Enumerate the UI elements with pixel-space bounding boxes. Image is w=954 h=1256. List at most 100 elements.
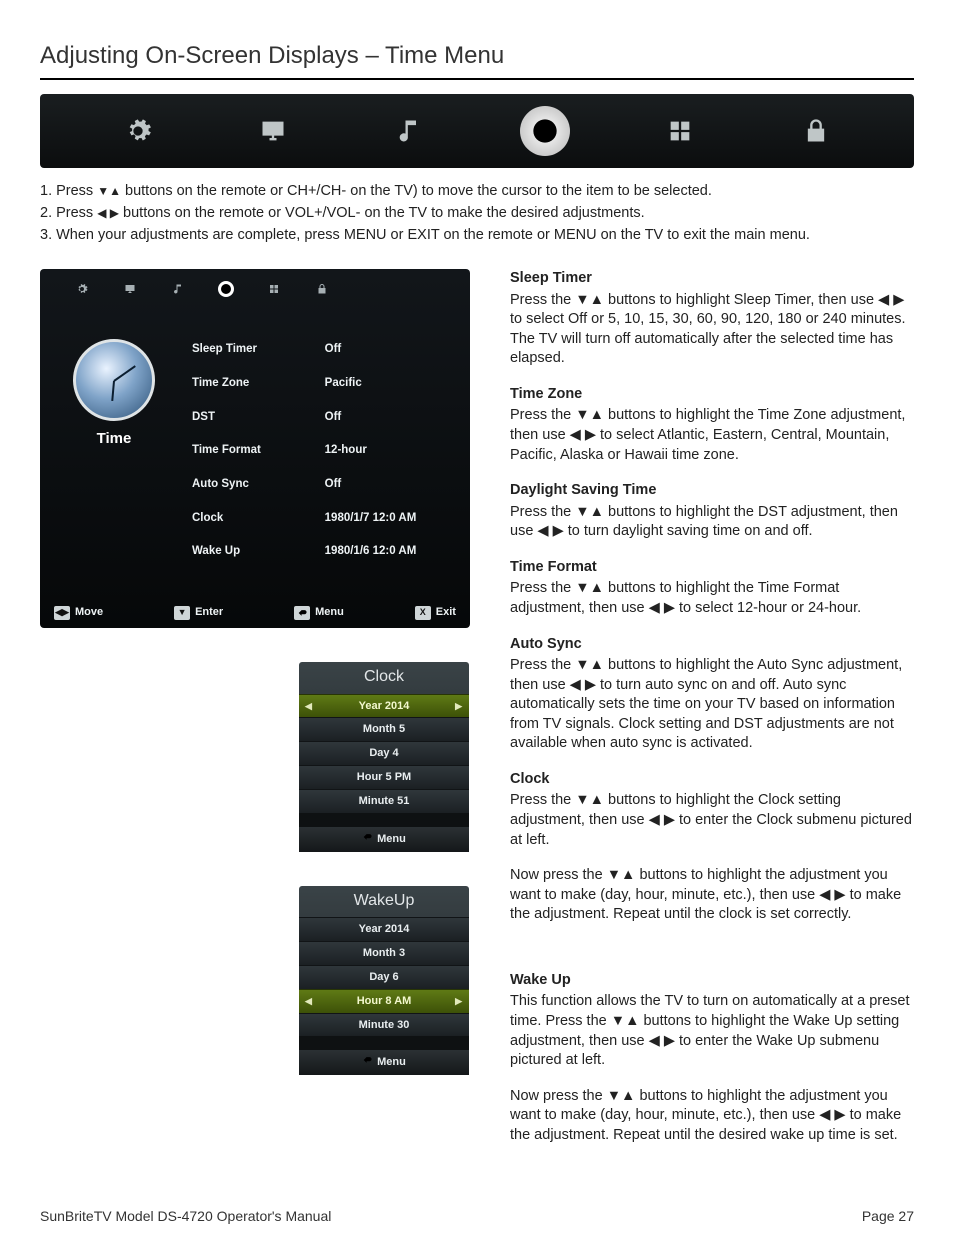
- step-item: 2. Press ◀ ▶ buttons on the remote or VO…: [40, 204, 914, 224]
- wakeup-text-1: This function allows the TV to turn on a…: [510, 992, 914, 1070]
- submenu-title: WakeUp: [299, 886, 469, 918]
- tv-row-label: Time Zone: [192, 367, 279, 401]
- title-rule: [40, 78, 914, 80]
- tv-menu-row: Auto SyncOff: [192, 468, 452, 502]
- tv-row-value: Off: [279, 333, 452, 367]
- tv-menu-row: Clock1980/1/7 12:0 AM: [192, 502, 452, 536]
- clock-heading: Clock: [510, 770, 914, 790]
- dst-heading: Daylight Saving Time: [510, 481, 914, 501]
- descriptions: Sleep Timer Press the ▼▲ buttons to high…: [510, 269, 914, 1161]
- enter-key-icon: ▼: [174, 606, 190, 620]
- tv-section-label: Time: [54, 429, 174, 449]
- tv-icon-row: [54, 279, 456, 309]
- submenu-row: Year 2014: [299, 917, 469, 941]
- manual-title: SunBriteTV Model DS-4720 Operator's Manu…: [40, 1207, 331, 1226]
- submenu-footer-label: Menu: [377, 832, 406, 847]
- steps-list: 1. Press ▼▲ buttons on the remote or CH+…: [40, 182, 914, 245]
- clock-face-icon: [73, 339, 155, 421]
- page-footer: SunBriteTV Model DS-4720 Operator's Manu…: [40, 1207, 914, 1226]
- page-title: Adjusting On-Screen Displays – Time Menu: [40, 40, 914, 72]
- step-item: 3. When your adjustments are complete, p…: [40, 226, 914, 246]
- move-key-icon: ◀▶: [54, 606, 70, 620]
- grid-icon: [266, 281, 282, 297]
- lock-icon: [314, 281, 330, 297]
- tv-row-label: Clock: [192, 502, 279, 536]
- tv-menu-row: Sleep TimerOff: [192, 333, 452, 367]
- sleep-timer-text: Press the ▼▲ buttons to highlight Sleep …: [510, 291, 914, 369]
- clock-submenu: Clock◀ Year 2014 ▶Month 5Day 4Hour 5 PMM…: [299, 662, 469, 852]
- submenu-row: Day 4: [299, 741, 469, 765]
- submenu-row: Minute 51: [299, 789, 469, 813]
- step-item: 1. Press ▼▲ buttons on the remote or CH+…: [40, 182, 914, 202]
- submenu-row: Month 3: [299, 941, 469, 965]
- wakeup-heading: Wake Up: [510, 971, 914, 991]
- clock-icon: [218, 281, 234, 297]
- time-zone-text: Press the ▼▲ buttons to highlight the Ti…: [510, 406, 914, 465]
- time-format-heading: Time Format: [510, 558, 914, 578]
- time-format-text: Press the ▼▲ buttons to highlight the Ti…: [510, 579, 914, 618]
- auto-sync-heading: Auto Sync: [510, 635, 914, 655]
- time-zone-heading: Time Zone: [510, 385, 914, 405]
- submenu-row-selected: ◀ Hour 8 AM ▶: [299, 989, 469, 1013]
- tv-row-value: Off: [279, 468, 452, 502]
- submenu-row: Month 5: [299, 717, 469, 741]
- clock-icon: [520, 106, 570, 156]
- monitor-icon: [248, 106, 298, 156]
- menu-key-icon: [294, 606, 310, 620]
- submenu-footer: Menu: [299, 827, 469, 852]
- tv-time-menu: Time Sleep TimerOffTime ZonePacificDSTOf…: [40, 269, 470, 628]
- submenu-row: Day 6: [299, 965, 469, 989]
- gear-icon: [113, 106, 163, 156]
- submenu-row-label: Year 2014: [359, 699, 410, 714]
- submenu-row-label: Hour 8 AM: [357, 994, 412, 1009]
- icon-strip: [40, 94, 914, 168]
- enter-label: Enter: [195, 605, 223, 620]
- tv-row-value: 1980/1/7 12:0 AM: [279, 502, 452, 536]
- tv-menu-row: Time ZonePacific: [192, 367, 452, 401]
- back-key-icon: [362, 832, 372, 847]
- back-key-icon: [362, 1055, 372, 1070]
- wakeup-submenu: WakeUpYear 2014Month 3Day 6◀ Hour 8 AM ▶…: [299, 886, 469, 1076]
- tv-row-value: 12-hour: [279, 434, 452, 468]
- tv-menu-table: Sleep TimerOffTime ZonePacificDSTOffTime…: [192, 333, 452, 569]
- submenu-title: Clock: [299, 662, 469, 694]
- tv-menu-row: DSTOff: [192, 400, 452, 434]
- lock-icon: [791, 106, 841, 156]
- submenu-row-selected: ◀ Year 2014 ▶: [299, 694, 469, 718]
- clock-text-1: Press the ▼▲ buttons to highlight the Cl…: [510, 791, 914, 850]
- tv-row-label: Sleep Timer: [192, 333, 279, 367]
- grid-icon: [655, 106, 705, 156]
- music-icon: [384, 106, 434, 156]
- exit-label: Exit: [436, 605, 456, 620]
- submenu-footer: Menu: [299, 1050, 469, 1075]
- submenu-footer-label: Menu: [377, 1055, 406, 1070]
- left-arrows-icon: ◀: [305, 700, 316, 712]
- wakeup-text-2: Now press the ▼▲ buttons to highlight th…: [510, 1087, 914, 1146]
- tv-row-label: Time Format: [192, 434, 279, 468]
- left-arrows-icon: ◀: [305, 995, 316, 1007]
- exit-key-icon: X: [415, 606, 431, 620]
- tv-row-label: Wake Up: [192, 535, 279, 569]
- dst-text: Press the ▼▲ buttons to highlight the DS…: [510, 503, 914, 542]
- tv-footer: ◀▶ Move ▼ Enter Menu X Exit: [54, 599, 456, 620]
- gear-icon: [74, 281, 90, 297]
- menu-label: Menu: [315, 605, 344, 620]
- page-number: Page 27: [862, 1207, 914, 1226]
- right-arrows-icon: ▶: [452, 700, 463, 712]
- clock-text-2: Now press the ▼▲ buttons to highlight th…: [510, 866, 914, 925]
- tv-menu-row: Time Format12-hour: [192, 434, 452, 468]
- tv-row-label: DST: [192, 400, 279, 434]
- move-label: Move: [75, 605, 103, 620]
- tv-row-label: Auto Sync: [192, 468, 279, 502]
- music-icon: [170, 281, 186, 297]
- submenu-row: Minute 30: [299, 1013, 469, 1037]
- monitor-icon: [122, 281, 138, 297]
- submenu-row: Hour 5 PM: [299, 765, 469, 789]
- tv-menu-row: Wake Up1980/1/6 12:0 AM: [192, 535, 452, 569]
- tv-row-value: 1980/1/6 12:0 AM: [279, 535, 452, 569]
- sleep-timer-heading: Sleep Timer: [510, 269, 914, 289]
- right-arrows-icon: ▶: [452, 995, 463, 1007]
- tv-row-value: Pacific: [279, 367, 452, 401]
- auto-sync-text: Press the ▼▲ buttons to highlight the Au…: [510, 656, 914, 754]
- tv-row-value: Off: [279, 400, 452, 434]
